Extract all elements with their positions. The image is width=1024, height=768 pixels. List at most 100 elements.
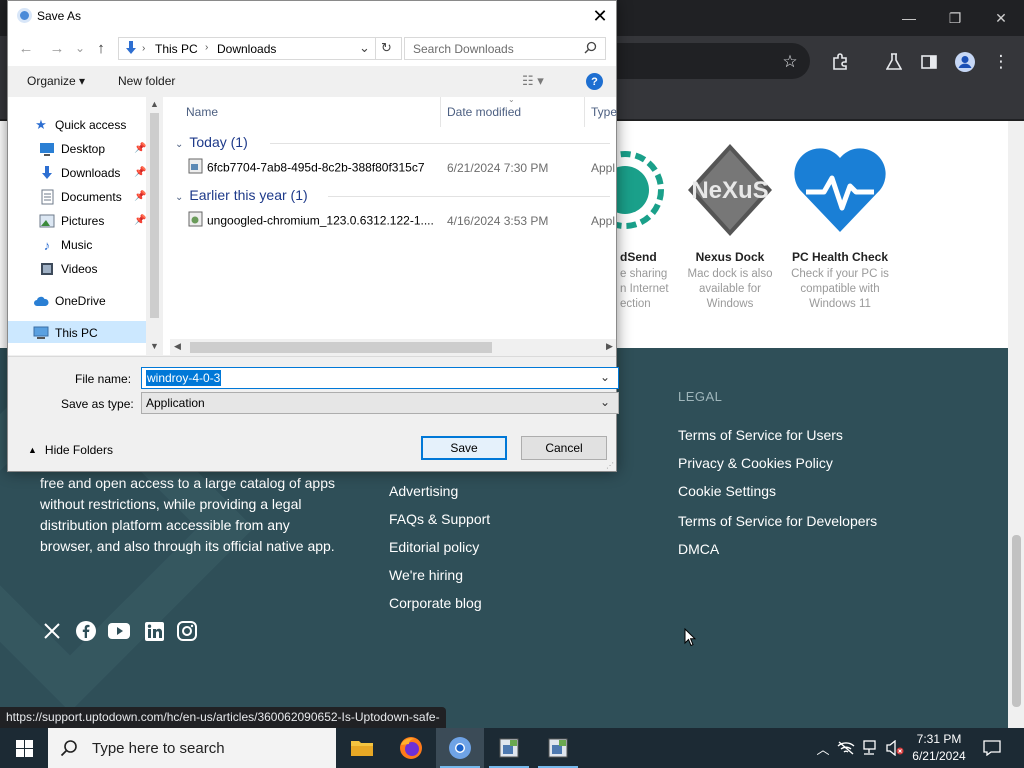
bookmark-star-icon[interactable]: ☆ bbox=[779, 51, 801, 73]
file-name-dropdown-chevron-icon[interactable]: ⌄ bbox=[600, 370, 610, 384]
linkedin-icon[interactable] bbox=[143, 620, 165, 642]
column-header-date-modified[interactable]: Date modified bbox=[447, 105, 521, 119]
profile-avatar-icon[interactable] bbox=[954, 51, 976, 73]
dialog-titlebar bbox=[8, 1, 616, 31]
hide-folders-button[interactable]: ▲ Hide Folders bbox=[28, 443, 113, 457]
group-header-today[interactable]: ⌄ Today (1) bbox=[175, 134, 248, 150]
footer-link-blog[interactable]: Corporate blog bbox=[389, 595, 482, 611]
scroll-up-arrow-icon[interactable]: ▲ bbox=[150, 99, 159, 109]
scroll-right-arrow-icon[interactable]: ▶ bbox=[606, 341, 613, 352]
file-row[interactable]: 6fcb7704-7ab8-495d-8c2b-388f80f315c7 bbox=[188, 158, 425, 180]
taskbar-clock[interactable]: 7:31 PM 6/21/2024 bbox=[900, 731, 978, 765]
view-options-icon[interactable]: ☷ ▾ bbox=[522, 73, 544, 89]
network-icon[interactable] bbox=[861, 738, 881, 758]
page-scrollbar-thumb[interactable] bbox=[1012, 535, 1021, 707]
organize-button[interactable]: Organize ▾ bbox=[27, 74, 85, 88]
location-breadcrumb[interactable]: › This PC › Downloads ⌄ ↻ bbox=[118, 37, 402, 60]
network-disconnected-icon[interactable] bbox=[836, 738, 856, 758]
taskbar-chromium[interactable] bbox=[436, 728, 484, 768]
save-button[interactable]: Save bbox=[421, 436, 507, 460]
nav-item-label: OneDrive bbox=[55, 294, 106, 308]
x-icon[interactable] bbox=[41, 620, 63, 642]
footer-link-hiring[interactable]: We're hiring bbox=[389, 567, 463, 583]
close-window-button[interactable]: ✕ bbox=[978, 0, 1024, 36]
save-as-type-select[interactable]: Application bbox=[141, 392, 619, 414]
youtube-icon[interactable] bbox=[108, 620, 130, 642]
app-card-pc-health-check[interactable]: PC Health Check Check if your PC is comp… bbox=[785, 140, 895, 312]
installer-file-icon bbox=[188, 158, 203, 177]
footer-link-cookie-settings[interactable]: Cookie Settings bbox=[678, 483, 776, 499]
nav-item-desktop[interactable]: Desktop bbox=[39, 138, 105, 160]
search-input[interactable]: Search Downloads bbox=[404, 37, 606, 60]
cancel-button[interactable]: Cancel bbox=[521, 436, 607, 460]
refresh-icon[interactable]: ↻ bbox=[381, 40, 392, 56]
maximize-button[interactable]: ❐ bbox=[932, 0, 978, 36]
facebook-icon[interactable] bbox=[75, 620, 97, 642]
scroll-left-arrow-icon[interactable]: ◀ bbox=[174, 341, 181, 352]
column-header-name[interactable]: Name bbox=[186, 105, 218, 119]
footer-link-editorial[interactable]: Editorial policy bbox=[389, 539, 479, 555]
nav-item-label: Downloads bbox=[61, 166, 121, 180]
menu-kebab-icon[interactable]: ⋮ bbox=[990, 51, 1012, 73]
recent-locations-chevron-icon[interactable]: ⌄ bbox=[70, 38, 90, 58]
nav-item-onedrive[interactable]: OneDrive bbox=[33, 290, 106, 312]
file-row[interactable]: ungoogled-chromium_123.0.6312.122-1.... bbox=[188, 211, 434, 233]
nav-item-label: Quick access bbox=[55, 118, 127, 132]
breadcrumb-separator-icon: › bbox=[142, 43, 146, 54]
group-header-earlier-this-year[interactable]: ⌄ Earlier this year (1) bbox=[175, 187, 308, 203]
file-type: Appl bbox=[591, 161, 616, 175]
footer-link-faqs[interactable]: FAQs & Support bbox=[389, 511, 490, 527]
footer-link-advertising[interactable]: Advertising bbox=[389, 483, 458, 499]
footer-link-terms-users[interactable]: Terms of Service for Users bbox=[678, 427, 843, 443]
computer-icon bbox=[33, 325, 49, 341]
footer-link-privacy[interactable]: Privacy & Cookies Policy bbox=[678, 455, 833, 471]
nav-item-pictures[interactable]: Pictures bbox=[39, 210, 104, 232]
file-name: 6fcb7704-7ab8-495d-8c2b-388f80f315c7 bbox=[207, 160, 425, 175]
breadcrumb-downloads[interactable]: Downloads bbox=[217, 42, 276, 56]
notifications-icon[interactable] bbox=[982, 738, 1002, 758]
nav-item-documents[interactable]: Documents bbox=[39, 186, 122, 208]
group-header-label: Today (1) bbox=[189, 134, 248, 150]
file-name-value[interactable]: windroy-4-0-3 bbox=[146, 370, 222, 386]
extensions-icon[interactable] bbox=[829, 51, 851, 73]
up-arrow-icon[interactable]: ↑ bbox=[91, 38, 111, 58]
side-panel-icon[interactable] bbox=[918, 51, 940, 73]
nav-item-music[interactable]: ♪ Music bbox=[39, 234, 93, 256]
save-type-dropdown-chevron-icon[interactable]: ⌄ bbox=[600, 395, 610, 409]
taskbar-installer-2[interactable] bbox=[534, 728, 582, 768]
forward-arrow-icon[interactable]: → bbox=[47, 38, 67, 58]
app-card-nexus-dock[interactable]: NeXuS Nexus Dock Mac dock is also availa… bbox=[675, 140, 785, 312]
nav-item-label: Desktop bbox=[61, 142, 106, 156]
nav-item-quick-access[interactable]: ★ Quick access bbox=[33, 114, 126, 136]
labs-flask-icon[interactable] bbox=[883, 51, 905, 73]
chevron-up-icon[interactable]: ︿ bbox=[813, 738, 833, 758]
pin-icon: 📌 bbox=[134, 167, 147, 178]
resize-grip-icon[interactable]: ⋰ bbox=[606, 461, 614, 470]
column-header-type[interactable]: Type bbox=[591, 105, 617, 119]
taskbar-file-explorer[interactable] bbox=[338, 728, 386, 768]
navigation-pane-scrollbar-thumb[interactable] bbox=[150, 113, 159, 318]
file-list-scrollbar-thumb[interactable] bbox=[190, 342, 492, 353]
back-arrow-icon[interactable]: ← bbox=[16, 38, 36, 58]
downloads-arrow-icon bbox=[123, 40, 139, 59]
footer-link-terms-developers[interactable]: Terms of Service for Developers bbox=[678, 513, 877, 529]
address-dropdown-chevron-icon[interactable]: ⌄ bbox=[359, 40, 370, 56]
pin-icon: 📌 bbox=[134, 215, 147, 226]
group-divider bbox=[328, 196, 610, 197]
start-button[interactable] bbox=[0, 728, 48, 768]
instagram-icon[interactable] bbox=[176, 620, 198, 642]
taskbar-installer-1[interactable] bbox=[485, 728, 533, 768]
save-as-dialog: Save As ✕ ← → ⌄ ↑ › This PC › Downloads … bbox=[7, 0, 619, 472]
scroll-down-arrow-icon[interactable]: ▼ bbox=[150, 341, 159, 351]
taskbar-search-box[interactable]: Type here to search bbox=[48, 728, 336, 768]
new-folder-button[interactable]: New folder bbox=[118, 74, 175, 88]
nav-item-this-pc[interactable]: This PC bbox=[33, 322, 98, 344]
nav-item-downloads[interactable]: Downloads bbox=[39, 162, 120, 184]
dialog-close-button[interactable]: ✕ bbox=[586, 4, 614, 28]
taskbar-firefox[interactable] bbox=[387, 728, 435, 768]
minimize-button[interactable]: — bbox=[886, 0, 932, 36]
breadcrumb-this-pc[interactable]: This PC bbox=[155, 42, 198, 56]
nav-item-videos[interactable]: Videos bbox=[39, 258, 97, 280]
footer-link-dmca[interactable]: DMCA bbox=[678, 541, 719, 557]
help-icon[interactable]: ? bbox=[586, 73, 603, 90]
